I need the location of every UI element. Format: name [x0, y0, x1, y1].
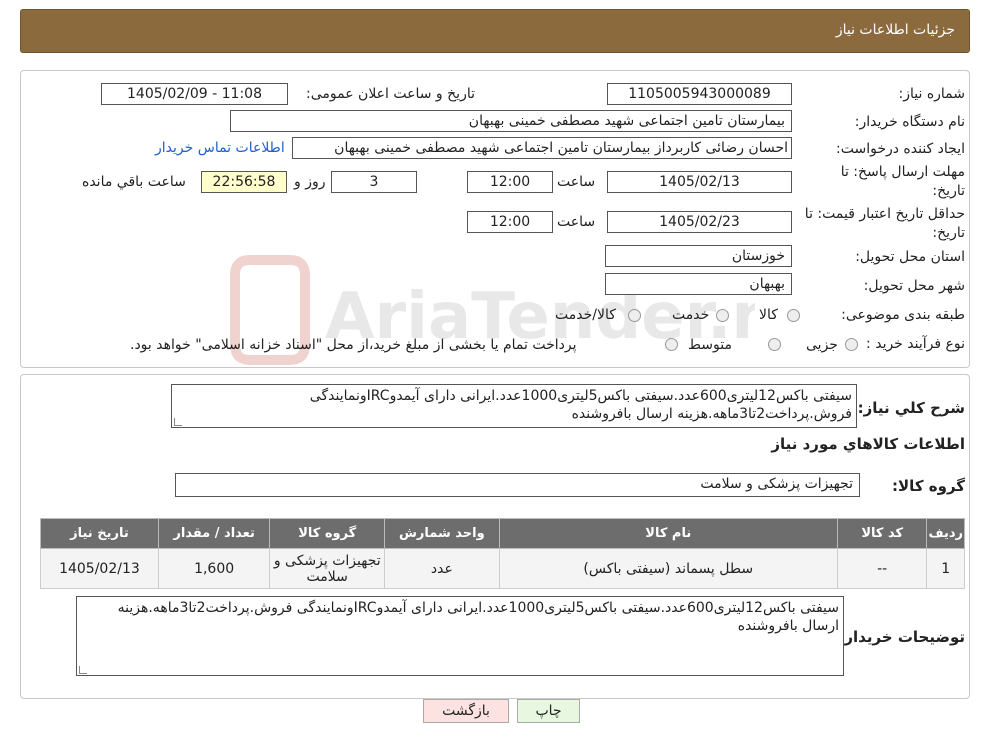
cell-date: 1405/02/13 [40, 548, 159, 589]
description-text: سیفتی باکس12لیتری600عدد.سیفتی باکس5لیتری… [309, 388, 852, 422]
col-name: نام کالا [498, 518, 838, 549]
process-checkbox-treasury[interactable] [665, 338, 678, 351]
buyer-notes-label: توضيحات خريدار: [838, 628, 965, 646]
deadline-label-date: تاریخ: [932, 183, 965, 199]
deadline-date-field: 1405/02/13 [607, 171, 792, 193]
validity-label-date: تاریخ: [932, 225, 965, 241]
table-row: 1 -- سطل پسماند (سیفتی باکس) عدد تجهیزات… [40, 548, 965, 589]
col-unit: واحد شمارش [384, 518, 500, 549]
category-radio-goods[interactable] [787, 309, 800, 322]
process-radio-medium[interactable] [768, 338, 781, 351]
buyer-org-label: نام دستگاه خریدار: [854, 114, 965, 130]
description-label: شرح کلي نياز: [857, 399, 965, 417]
col-row: رديف [926, 518, 965, 549]
process-option-medium: متوسط [688, 337, 732, 353]
category-option-service: خدمت [672, 307, 710, 323]
validity-label: حداقل تاریخ اعتبار قیمت: تا [804, 206, 965, 222]
table-header-row: رديف کد کالا نام کالا واحد شمارش گروه کا… [40, 518, 965, 549]
cell-name: سطل پسماند (سیفتی باکس) [498, 548, 838, 589]
remaining-time-label: ساعت باقي مانده [82, 174, 186, 190]
validity-time-field: 12:00 [467, 211, 553, 233]
col-qty: تعداد / مقدار [157, 518, 271, 549]
buyer-notes-text: سیفتی باکس12لیتری600عدد.سیفتی باکس5لیتری… [117, 600, 839, 634]
announce-date-label: تاریخ و ساعت اعلان عمومی: [306, 86, 475, 102]
deadline-label: مهلت ارسال پاسخ: تا [840, 164, 965, 180]
need-number-label: شماره نیاز: [898, 86, 966, 102]
creator-field: احسان رضائی کاربرداز بیمارستان تامین اجت… [292, 137, 792, 159]
category-radio-service[interactable] [716, 309, 729, 322]
province-field: خوزستان [605, 245, 792, 267]
process-option-minor: جزیی [806, 337, 838, 353]
announce-date-field: 1405/02/09 - 11:08 [101, 83, 288, 105]
category-radio-goods-service[interactable] [628, 309, 641, 322]
cell-qty: 1,600 [157, 548, 271, 589]
days-field: 3 [331, 171, 417, 193]
buyer-contact-link[interactable]: اطلاعات تماس خریدار [155, 140, 285, 156]
city-label: شهر محل تحویل: [863, 278, 965, 294]
buyer-notes-textarea[interactable]: سیفتی باکس12لیتری600عدد.سیفتی باکس5لیتری… [76, 596, 844, 676]
back-button[interactable]: بازگشت [423, 699, 509, 723]
province-label: استان محل تحویل: [855, 249, 965, 265]
process-note: پرداخت تمام یا بخشی از مبلغ خرید،از محل … [130, 337, 577, 353]
buyer-org-field: بیمارستان تامین اجتماعی شهید مصطفی خمینی… [230, 110, 792, 132]
need-number-field: 1105005943000089 [607, 83, 792, 105]
description-textarea[interactable]: سیفتی باکس12لیتری600عدد.سیفتی باکس5لیتری… [171, 384, 857, 428]
category-option-goods-service: کالا/خدمت [555, 307, 616, 323]
col-code: کد کالا [836, 518, 928, 549]
deadline-time-label: ساعت [557, 174, 596, 190]
category-label: طبقه بندی موضوعی: [841, 307, 965, 323]
resize-grip-icon[interactable] [174, 418, 182, 426]
category-option-goods: کالا [759, 307, 778, 323]
goods-section-title: اطلاعات کالاهاي مورد نياز [771, 435, 965, 453]
process-radio-minor[interactable] [845, 338, 858, 351]
cell-unit: عدد [384, 548, 500, 589]
col-group: گروه کالا [269, 518, 386, 549]
cell-code: -- [836, 548, 928, 589]
resize-grip-icon[interactable] [79, 666, 87, 674]
validity-time-label: ساعت [557, 214, 596, 230]
goods-group-field: تجهیزات پزشکی و سلامت [175, 473, 860, 497]
deadline-time-field: 12:00 [467, 171, 553, 193]
goods-group-label: گروه کالا: [892, 477, 965, 495]
creator-label: ایجاد کننده درخواست: [836, 141, 965, 157]
page-title: جزئیات اطلاعات نیاز [835, 22, 955, 38]
days-label: روز و [294, 174, 326, 190]
validity-date-field: 1405/02/23 [607, 211, 792, 233]
cell-group: تجهیزات پزشکی و سلامت [269, 548, 386, 589]
city-field: بهبهان [605, 273, 792, 295]
process-label: نوع فرآیند خرید : [866, 336, 965, 352]
print-button[interactable]: چاپ [517, 699, 580, 723]
col-date: تاريخ نياز [40, 518, 159, 549]
cell-row: 1 [926, 548, 965, 589]
remaining-time-field: 22:56:58 [201, 171, 287, 193]
page-header: جزئیات اطلاعات نیاز [20, 9, 970, 53]
items-table: رديف کد کالا نام کالا واحد شمارش گروه کا… [40, 518, 965, 589]
